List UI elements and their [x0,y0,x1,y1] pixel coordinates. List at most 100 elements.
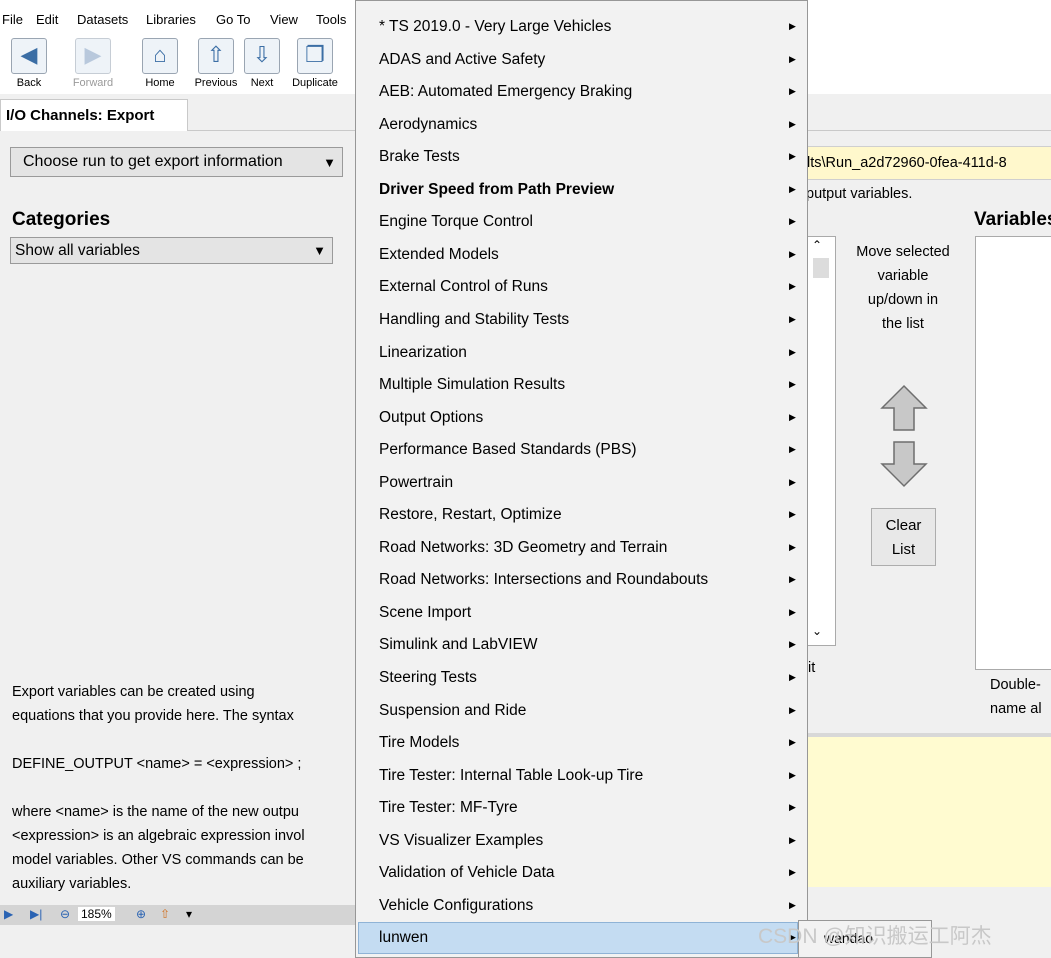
duplicate-button[interactable]: ❐ Duplicate [290,36,340,92]
previous-button[interactable]: ⇧ Previous [191,36,241,92]
available-variables-list[interactable] [806,236,836,646]
home-button[interactable]: ⌂ Home [135,36,185,92]
menu-item[interactable]: Multiple Simulation Results [379,376,565,394]
menu-libraries[interactable]: Libraries [146,12,196,27]
menu-item[interactable]: Simulink and LabVIEW [379,636,538,654]
chevron-down-icon: ▼ [323,155,336,170]
menu-go-to[interactable]: Go To [216,12,250,27]
clear-list-button[interactable]: Clear List [871,508,936,566]
submenu-arrow-icon: ▶ [789,86,796,96]
move-instructions: Move selected variable up/down in the li… [856,244,950,332]
menu-datasets[interactable]: Datasets [77,12,128,27]
submenu-arrow-icon: ▶ [789,184,796,194]
step-icon[interactable]: ▶| [30,907,42,921]
submenu-arrow-icon: ▶ [789,281,796,291]
variables-list[interactable] [975,236,1051,670]
submenu-arrow-icon: ▶ [789,477,796,487]
help-text: Export variables can be created using eq… [12,684,305,892]
submenu-arrow-icon: ▶ [789,867,796,877]
zoom-in-icon[interactable]: ⊕ [136,907,146,921]
menu-item[interactable]: Steering Tests [379,669,477,687]
arrow-left-icon: ◀ [11,38,47,74]
output-variables-text: putput variables. [806,186,913,202]
scrollbar-thumb[interactable] [813,258,829,278]
submenu-arrow-icon: ▶ [789,705,796,715]
chevron-down-icon[interactable]: ▾ [186,907,192,921]
submenu-arrow-icon: ▶ [789,249,796,259]
menu-tools[interactable]: Tools [316,12,346,27]
double-click-hint: Double- name al [990,677,1042,717]
arrow-right-icon: ▶ [75,38,111,74]
play-icon[interactable]: ▶ [4,907,13,921]
submenu-arrow-icon: ▶ [789,900,796,910]
menu-item[interactable]: Suspension and Ride [379,702,526,720]
variables-heading: Variables [974,209,1051,230]
menu-item[interactable]: Scene Import [379,604,471,622]
submenu-arrow-icon: ▶ [789,119,796,129]
home-icon: ⌂ [142,38,178,74]
menu-edit[interactable]: Edit [36,12,58,27]
submenu-arrow-icon: ▶ [789,314,796,324]
menu-item[interactable]: AEB: Automated Emergency Braking [379,83,632,101]
chevron-down-icon: ▼ [313,243,326,258]
menu-item[interactable]: Tire Tester: Internal Table Look-up Tire [379,767,643,785]
submenu-arrow-icon: ▶ [789,835,796,845]
menu-item[interactable]: Road Networks: 3D Geometry and Terrain [379,539,667,557]
menu-item[interactable]: Tire Tester: MF-Tyre [379,799,518,817]
menu-item[interactable]: Brake Tests [379,148,460,166]
menu-item[interactable]: Extended Models [379,246,499,264]
define-output-editor[interactable] [806,733,1051,887]
submenu-arrow-icon: ▶ [789,379,796,389]
menu-item[interactable]: Handling and Stability Tests [379,311,569,329]
arrow-down-icon: ⇩ [244,38,280,74]
run-path-field[interactable]: lts\Run_a2d72960-0fea-411d-8 [806,146,1051,180]
watermark: CSDN @知识搬运工阿杰 [758,925,992,948]
submenu-arrow-icon: ▶ [789,509,796,519]
categories-heading: Categories [12,209,111,230]
menu-item[interactable]: lunwen [379,929,428,947]
scroll-down-icon[interactable]: ⌄ [812,624,822,638]
menu-file[interactable]: File [2,12,23,27]
scroll-up-icon[interactable]: ⌃ [812,238,822,252]
menu-item[interactable]: * TS 2019.0 - Very Large Vehicles [379,18,611,36]
submenu-arrow-icon: ▶ [789,574,796,584]
window-icon: ❐ [297,38,333,74]
menu-item[interactable]: Validation of Vehicle Data [379,864,555,882]
menu-item[interactable]: Output Options [379,409,483,427]
move-up-button[interactable] [880,384,928,432]
menu-item[interactable]: Road Networks: Intersections and Roundab… [379,571,708,589]
menu-item[interactable]: Linearization [379,344,467,362]
tab-io-channels-export[interactable]: I/O Channels: Export [0,99,188,131]
menu-item[interactable]: Powertrain [379,474,453,492]
submenu-arrow-icon: ▶ [789,21,796,31]
menu-item[interactable]: Vehicle Configurations [379,897,533,915]
move-down-button[interactable] [880,440,928,488]
zoom-out-icon[interactable]: ⊖ [60,907,70,921]
submenu-arrow-icon: ▶ [789,607,796,617]
submenu-arrow-icon: ▶ [789,347,796,357]
menu-item[interactable]: Restore, Restart, Optimize [379,506,562,524]
menu-item[interactable]: Driver Speed from Path Preview [379,181,614,199]
menu-item[interactable]: VS Visualizer Examples [379,832,543,850]
arrow-down-icon [880,441,928,488]
zoom-level[interactable]: 185% [78,907,115,921]
arrow-up-icon [880,384,928,431]
submenu-arrow-icon: ▶ [789,802,796,812]
menu-item[interactable]: Tire Models [379,734,459,752]
submenu-arrow-icon: ▶ [789,770,796,780]
menu-item[interactable]: Engine Torque Control [379,213,533,231]
next-button[interactable]: ⇩ Next [237,36,287,92]
categories-dropdown[interactable]: Show all variables ▼ [10,237,333,264]
submenu-arrow-icon: ▶ [789,412,796,422]
menu-item[interactable]: Aerodynamics [379,116,477,134]
menu-item[interactable]: ADAS and Active Safety [379,51,545,69]
menu-item[interactable]: Performance Based Standards (PBS) [379,441,637,459]
menu-item[interactable]: External Control of Runs [379,278,548,296]
forward-button[interactable]: ▶ Forward [68,36,118,92]
menu-view[interactable]: View [270,12,298,27]
run-dropdown[interactable]: Choose run to get export information ▼ [10,147,343,177]
upload-icon[interactable]: ⇧ [160,907,170,921]
submenu-arrow-icon: ▶ [789,737,796,747]
back-button[interactable]: ◀ Back [4,36,54,92]
submenu-arrow-icon: ▶ [789,444,796,454]
